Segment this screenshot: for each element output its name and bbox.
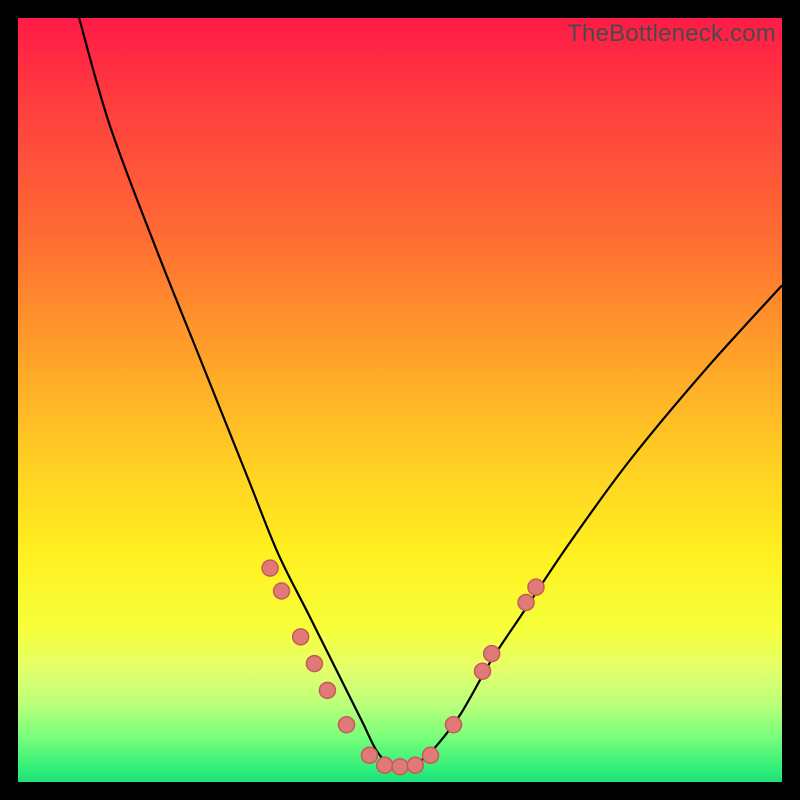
data-marker xyxy=(306,656,322,672)
data-marker xyxy=(528,579,544,595)
data-marker xyxy=(361,747,377,763)
data-marker xyxy=(445,717,461,733)
curve-svg xyxy=(18,18,782,782)
data-marker xyxy=(475,663,491,679)
data-marker xyxy=(423,747,439,763)
bottleneck-curve xyxy=(79,18,782,768)
data-marker xyxy=(339,717,355,733)
data-marker xyxy=(293,629,309,645)
data-marker xyxy=(262,560,278,576)
marker-group xyxy=(262,560,544,775)
data-marker xyxy=(392,759,408,775)
chart-stage: TheBottleneck.com xyxy=(0,0,800,800)
data-marker xyxy=(484,646,500,662)
data-marker xyxy=(319,682,335,698)
plot-area: TheBottleneck.com xyxy=(18,18,782,782)
data-marker xyxy=(407,757,423,773)
data-marker xyxy=(518,594,534,610)
data-marker xyxy=(274,583,290,599)
data-marker xyxy=(377,757,393,773)
